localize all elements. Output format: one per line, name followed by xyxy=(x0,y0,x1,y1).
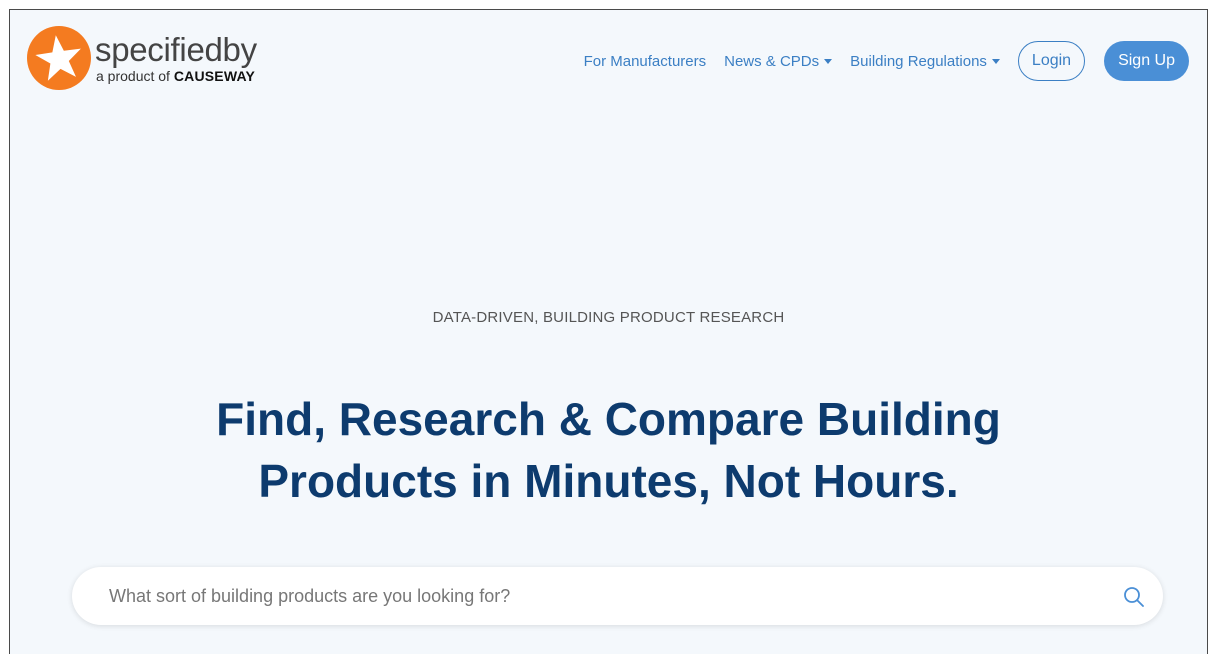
brand-name-first: specified xyxy=(95,30,223,68)
byline-company: CAUSEWAY xyxy=(173,67,256,84)
caret-down-icon xyxy=(991,59,1000,64)
logo[interactable]: specifiedby a product of CAUSEWAY xyxy=(27,26,257,90)
main-nav: For Manufacturers News & CPDs Building R… xyxy=(584,41,1189,81)
hero-headline-line-2: Products in Minutes, Not Hours. xyxy=(258,455,959,507)
brand-name: specifiedby xyxy=(95,30,258,68)
nav-for-manufacturers[interactable]: For Manufacturers xyxy=(584,53,707,70)
brand-name-second: by xyxy=(222,30,258,68)
hero-headline-line-1: Find, Research & Compare Building xyxy=(216,393,1001,445)
search-input[interactable] xyxy=(107,584,1071,608)
logo-text: specifiedby a product of CAUSEWAY xyxy=(95,30,258,84)
star-icon xyxy=(27,26,91,90)
caret-down-icon xyxy=(824,59,833,64)
byline-prefix: a product of xyxy=(96,67,170,84)
nav-for-manufacturers-label: For Manufacturers xyxy=(583,52,707,70)
hero-eyebrow: DATA-DRIVEN, BUILDING PRODUCT RESEARCH xyxy=(432,309,785,326)
brand-byline: a product of CAUSEWAY xyxy=(96,68,257,84)
nav-building-regulations[interactable]: Building Regulations xyxy=(850,53,1000,70)
nav-news-cpds-label: News & CPDs xyxy=(724,52,820,70)
signup-button[interactable]: Sign Up xyxy=(1104,41,1189,81)
page-frame: specifiedby a product of CAUSEWAY For Ma… xyxy=(9,9,1208,654)
hero-headline: Find, Research & Compare Building Produc… xyxy=(10,388,1207,512)
nav-building-regulations-label: Building Regulations xyxy=(850,52,987,70)
nav-news-cpds[interactable]: News & CPDs xyxy=(724,52,833,70)
login-button[interactable]: Login xyxy=(1017,41,1086,81)
search-icon[interactable] xyxy=(1123,586,1145,608)
search-bar xyxy=(72,567,1163,625)
